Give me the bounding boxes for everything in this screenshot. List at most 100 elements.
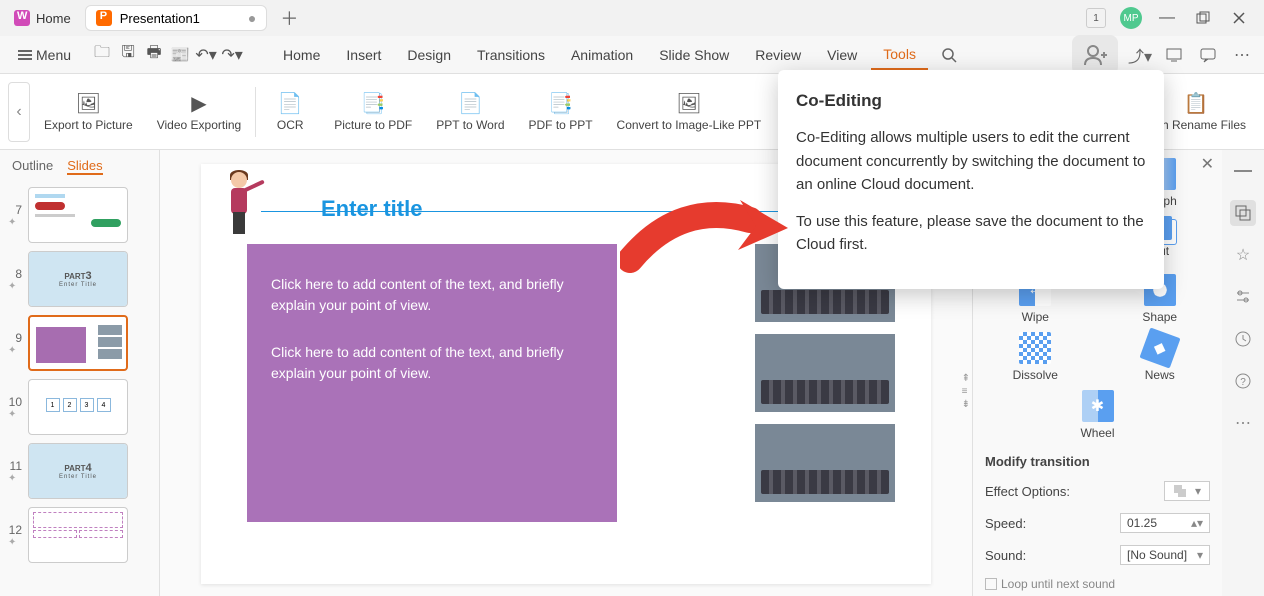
window-count-badge[interactable]: 1 [1086, 8, 1106, 28]
pdf-to-ppt-button[interactable]: 📑 PDF to PPT [519, 89, 603, 134]
slide-title[interactable]: Enter title [321, 196, 422, 222]
slide-navigator: Outline Slides 7✦ 8✦ PART3Enter Title 9✦… [0, 150, 160, 596]
undo-icon[interactable]: ↶▾ [195, 44, 217, 66]
more-icon[interactable]: ⋯ [1230, 43, 1254, 67]
loop-checkbox[interactable]: Loop until next sound [985, 577, 1210, 591]
close-window-button[interactable] [1228, 7, 1250, 29]
tab-home[interactable]: Home [4, 6, 81, 30]
device-icon[interactable] [1162, 43, 1186, 67]
sidebar-object-icon[interactable] [1230, 200, 1256, 226]
classroom-image-3[interactable] [755, 424, 895, 502]
export-to-picture-button[interactable]: 🖼 Export to Picture [34, 89, 143, 134]
content-placeholder[interactable]: Click here to add content of the text, a… [247, 244, 617, 522]
picture-to-pdf-button[interactable]: 📑 Picture to PDF [324, 89, 422, 134]
pic-pdf-icon: 📑 [361, 91, 386, 116]
tooltip-paragraph-1: Co-Editing allows multiple users to edit… [796, 126, 1146, 196]
menubar: Menu 🗀 🖫 🖶 📰 ↶▾ ↷▾ Home Insert Design Tr… [0, 36, 1264, 74]
video-export-icon: ▶ [191, 91, 206, 116]
panel-close-button[interactable]: ✕ [1201, 154, 1214, 174]
menu-animation[interactable]: Animation [559, 41, 645, 69]
modify-transition-label: Modify transition [985, 454, 1210, 469]
ocr-label: OCR [277, 118, 304, 132]
nav-tab-outline[interactable]: Outline [12, 158, 53, 175]
ribbon-scroll-left[interactable]: ‹ [8, 82, 30, 142]
animation-icon: ✦ [8, 345, 22, 356]
thumbnail-11[interactable]: 11✦ PART4Enter Title [8, 443, 151, 499]
placeholder-text-1: Click here to add content of the text, a… [271, 274, 593, 316]
ocr-button[interactable]: 📄 OCR [260, 89, 320, 134]
svg-text:?: ? [1240, 377, 1246, 388]
ppt-to-word-button[interactable]: 📄 PPT to Word [426, 89, 514, 134]
batch-rename-icon: 📋 [1184, 91, 1209, 116]
classroom-image-2[interactable] [755, 334, 895, 412]
thumbnail-7[interactable]: 7✦ [8, 187, 151, 243]
export-picture-icon: 🖼 [76, 91, 101, 116]
menu-insert[interactable]: Insert [334, 41, 393, 69]
maximize-button[interactable] [1192, 7, 1214, 29]
sidebar-help-icon[interactable]: ? [1230, 368, 1256, 394]
video-exporting-button[interactable]: ▶ Video Exporting [147, 89, 252, 134]
canvas-down-icon[interactable]: ⇟ [962, 399, 970, 410]
menu-review[interactable]: Review [743, 41, 813, 69]
quick-access-toolbar: 🗀 🖫 🖶 📰 ↶▾ ↷▾ [91, 44, 243, 66]
menu-view[interactable]: View [815, 41, 869, 69]
menu-slideshow[interactable]: Slide Show [647, 41, 741, 69]
coediting-tooltip: Co-Editing Co-Editing allows multiple us… [778, 70, 1164, 289]
thumbnail-12[interactable]: 12✦ [8, 507, 151, 563]
tab-document[interactable]: Presentation1 ● [85, 5, 268, 31]
share-icon[interactable]: ⤴▾ [1128, 43, 1152, 67]
menu-tools[interactable]: Tools [871, 40, 928, 70]
export-picture-label: Export to Picture [44, 118, 133, 132]
sidebar-star-icon[interactable]: ☆ [1230, 242, 1256, 268]
tab-doc-label: Presentation1 [120, 11, 200, 26]
transition-news[interactable]: ◆News [1130, 332, 1190, 382]
print-icon[interactable]: 🖶 [143, 44, 165, 66]
menu-home[interactable]: Home [271, 41, 332, 69]
chat-icon[interactable] [1196, 43, 1220, 67]
transition-dissolve[interactable]: Dissolve [1005, 332, 1065, 382]
print-preview-icon[interactable]: 📰 [169, 44, 191, 66]
transition-wheel[interactable]: ✱Wheel [1068, 390, 1128, 440]
effect-options-label: Effect Options: [985, 484, 1070, 499]
ppt-to-word-label: PPT to Word [436, 118, 504, 132]
menu-button[interactable]: Menu [10, 43, 79, 67]
user-avatar[interactable]: MP [1120, 7, 1142, 29]
video-exporting-label: Video Exporting [157, 118, 242, 132]
redo-icon[interactable]: ↷▾ [221, 44, 243, 66]
tab-unsaved-indicator: ● [248, 10, 256, 26]
speed-spinner[interactable]: 01.25▴▾ [1120, 513, 1210, 533]
ocr-icon: 📄 [278, 91, 303, 116]
titlebar: Home Presentation1 ● ＋ 1 MP — [0, 0, 1264, 36]
menu-transitions[interactable]: Transitions [465, 41, 557, 69]
sidebar-collapse-button[interactable] [1230, 158, 1256, 184]
sidebar-settings-icon[interactable] [1230, 284, 1256, 310]
sidebar-history-icon[interactable] [1230, 326, 1256, 352]
thumbnail-9[interactable]: 9✦ [8, 315, 151, 371]
new-tab-button[interactable]: ＋ [277, 6, 301, 30]
placeholder-text-2: Click here to add content of the text, a… [271, 342, 593, 384]
menu-design[interactable]: Design [395, 41, 463, 69]
thumbnail-10[interactable]: 10✦ 1234 [8, 379, 151, 435]
animation-icon: ✦ [8, 217, 22, 228]
sidebar-more-icon[interactable]: ⋯ [1230, 410, 1256, 436]
minimize-button[interactable]: — [1156, 7, 1178, 29]
tooltip-title: Co-Editing [796, 88, 1146, 114]
coediting-button[interactable] [1072, 35, 1118, 75]
hamburger-icon [18, 50, 32, 60]
canvas-menu-icon[interactable]: ≡ [962, 386, 970, 397]
red-arrow-annotation [620, 190, 790, 280]
sound-select[interactable]: [No Sound]▾ [1120, 545, 1210, 565]
convert-image-icon: 🖼 [676, 91, 701, 116]
tab-home-label: Home [36, 11, 71, 26]
presentation-icon [96, 10, 112, 26]
effect-options-select[interactable]: ▾ [1164, 481, 1210, 501]
nav-tab-slides[interactable]: Slides [67, 158, 102, 175]
thumbnail-8[interactable]: 8✦ PART3Enter Title [8, 251, 151, 307]
teacher-figure [217, 170, 261, 240]
canvas-up-icon[interactable]: ⇞ [962, 373, 970, 384]
open-icon[interactable]: 🗀 [91, 44, 113, 66]
search-icon[interactable] [938, 44, 960, 66]
convert-image-ppt-button[interactable]: 🖼 Convert to Image-Like PPT [607, 89, 772, 134]
speed-label: Speed: [985, 516, 1026, 531]
save-icon[interactable]: 🖫 [117, 44, 139, 66]
